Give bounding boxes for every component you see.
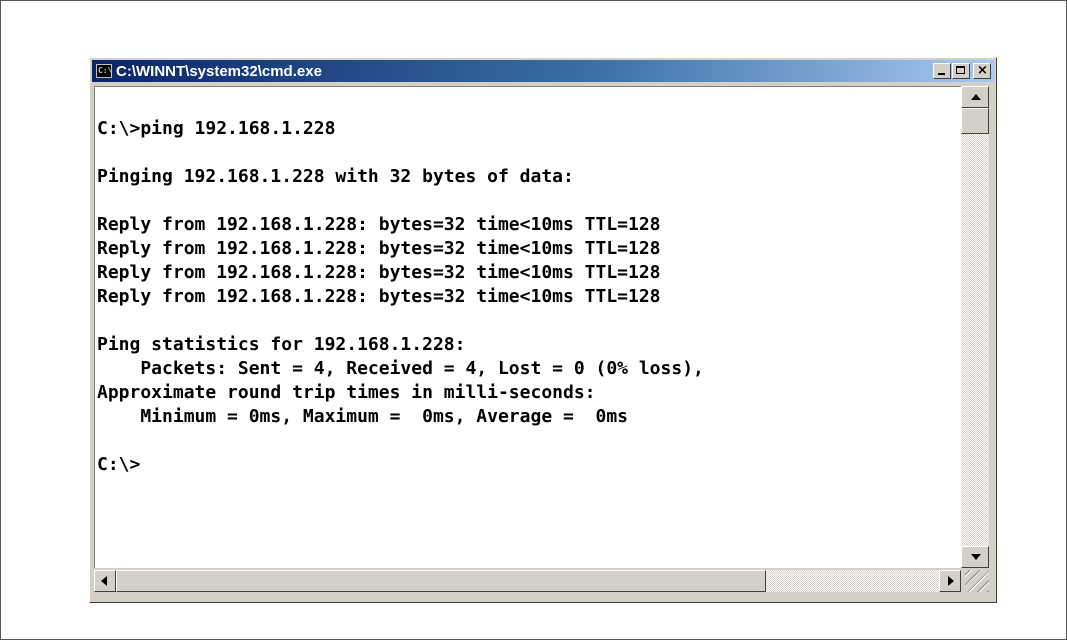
cmd-icon[interactable]: C:\ <box>96 64 112 78</box>
arrow-up-icon <box>971 94 981 100</box>
console-line: C:\>ping 192.168.1.228 <box>97 118 336 139</box>
console-line: Reply from 192.168.1.228: bytes=32 time<… <box>97 214 661 235</box>
console-line: Minimum = 0ms, Maximum = 0ms, Average = … <box>97 406 629 427</box>
scroll-left-button[interactable] <box>94 570 116 592</box>
close-button[interactable]: × <box>973 63 991 79</box>
console-line: C:\> <box>97 454 141 475</box>
maximize-icon <box>956 66 965 74</box>
console-line: Reply from 192.168.1.228: bytes=32 time<… <box>97 286 661 307</box>
figure-frame: C:\ C:\WINNT\system32\cmd.exe × C:\>ping… <box>0 0 1067 640</box>
cmd-window: C:\ C:\WINNT\system32\cmd.exe × C:\>ping… <box>89 57 997 603</box>
minimize-icon <box>938 73 945 75</box>
console-line: Pinging 192.168.1.228 with 32 bytes of d… <box>97 166 574 187</box>
console-line: Reply from 192.168.1.228: bytes=32 time<… <box>97 238 661 259</box>
scroll-down-button[interactable] <box>961 546 989 568</box>
console-line: Ping statistics for 192.168.1.228: <box>97 334 466 355</box>
arrow-left-icon <box>101 576 107 586</box>
title-buttons: × <box>932 63 991 79</box>
console-text: C:\>ping 192.168.1.228 Pinging 192.168.1… <box>95 87 961 477</box>
scroll-up-button[interactable] <box>961 86 989 108</box>
vertical-scroll-thumb[interactable] <box>961 108 989 134</box>
console-line: Approximate round trip times in milli-se… <box>97 382 596 403</box>
arrow-right-icon <box>948 576 954 586</box>
close-icon: × <box>977 63 988 78</box>
maximize-button[interactable] <box>952 63 970 79</box>
minimize-button[interactable] <box>933 63 951 79</box>
console-output[interactable]: C:\>ping 192.168.1.228 Pinging 192.168.1… <box>94 86 961 568</box>
title-bar[interactable]: C:\ C:\WINNT\system32\cmd.exe × <box>92 60 994 82</box>
resize-grip-icon[interactable] <box>965 570 989 592</box>
console-line: Reply from 192.168.1.228: bytes=32 time<… <box>97 262 661 283</box>
scroll-right-button[interactable] <box>939 570 961 592</box>
vertical-scrollbar[interactable] <box>961 86 989 568</box>
horizontal-scrollbar[interactable] <box>94 570 961 592</box>
arrow-down-icon <box>971 554 981 560</box>
console-line: Packets: Sent = 4, Received = 4, Lost = … <box>97 358 704 379</box>
window-title: C:\WINNT\system32\cmd.exe <box>116 62 322 80</box>
horizontal-scroll-thumb[interactable] <box>116 570 766 592</box>
